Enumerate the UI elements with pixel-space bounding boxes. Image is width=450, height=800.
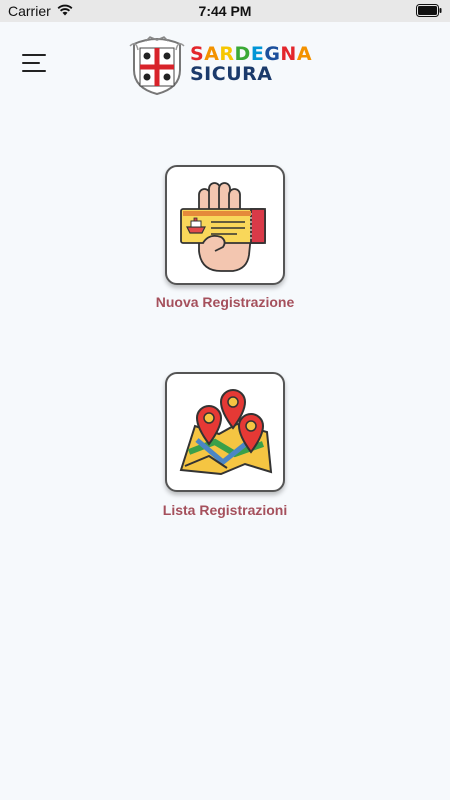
logo-line-sardegna: SARDEGNA bbox=[190, 44, 312, 64]
logo-letter: N bbox=[280, 43, 297, 65]
logo-letter: A bbox=[296, 43, 313, 65]
map-pins-icon bbox=[179, 389, 273, 476]
status-bar: Carrier 7:44 PM bbox=[0, 0, 450, 22]
logo-wordmark: SARDEGNA SICURA bbox=[190, 44, 312, 84]
sardinia-coat-of-arms-icon bbox=[129, 36, 185, 96]
list-registrations-tile[interactable] bbox=[165, 372, 285, 492]
new-registration-tile[interactable] bbox=[165, 165, 285, 285]
logo-letter: G bbox=[264, 43, 281, 65]
hand-holding-ticket-icon bbox=[180, 182, 266, 272]
logo-letter: R bbox=[219, 43, 235, 65]
list-registrations-label[interactable]: Lista Registrazioni bbox=[0, 502, 450, 518]
new-registration-label[interactable]: Nuova Registrazione bbox=[0, 294, 450, 310]
menu-line bbox=[22, 62, 40, 64]
hamburger-menu-button[interactable] bbox=[22, 52, 48, 74]
logo-letter: E bbox=[250, 43, 265, 65]
logo-line-sicura: SICURA bbox=[190, 63, 273, 85]
logo-letter: A bbox=[204, 43, 220, 65]
menu-line bbox=[22, 70, 46, 72]
app-header: SARDEGNA SICURA bbox=[0, 22, 450, 112]
logo-letter: S bbox=[190, 43, 205, 65]
logo-letter: D bbox=[234, 43, 251, 65]
sardegna-sicura-logo: SARDEGNA SICURA bbox=[128, 36, 328, 96]
status-time: 7:44 PM bbox=[198, 3, 252, 19]
menu-line bbox=[22, 54, 46, 56]
battery-icon bbox=[416, 4, 442, 20]
